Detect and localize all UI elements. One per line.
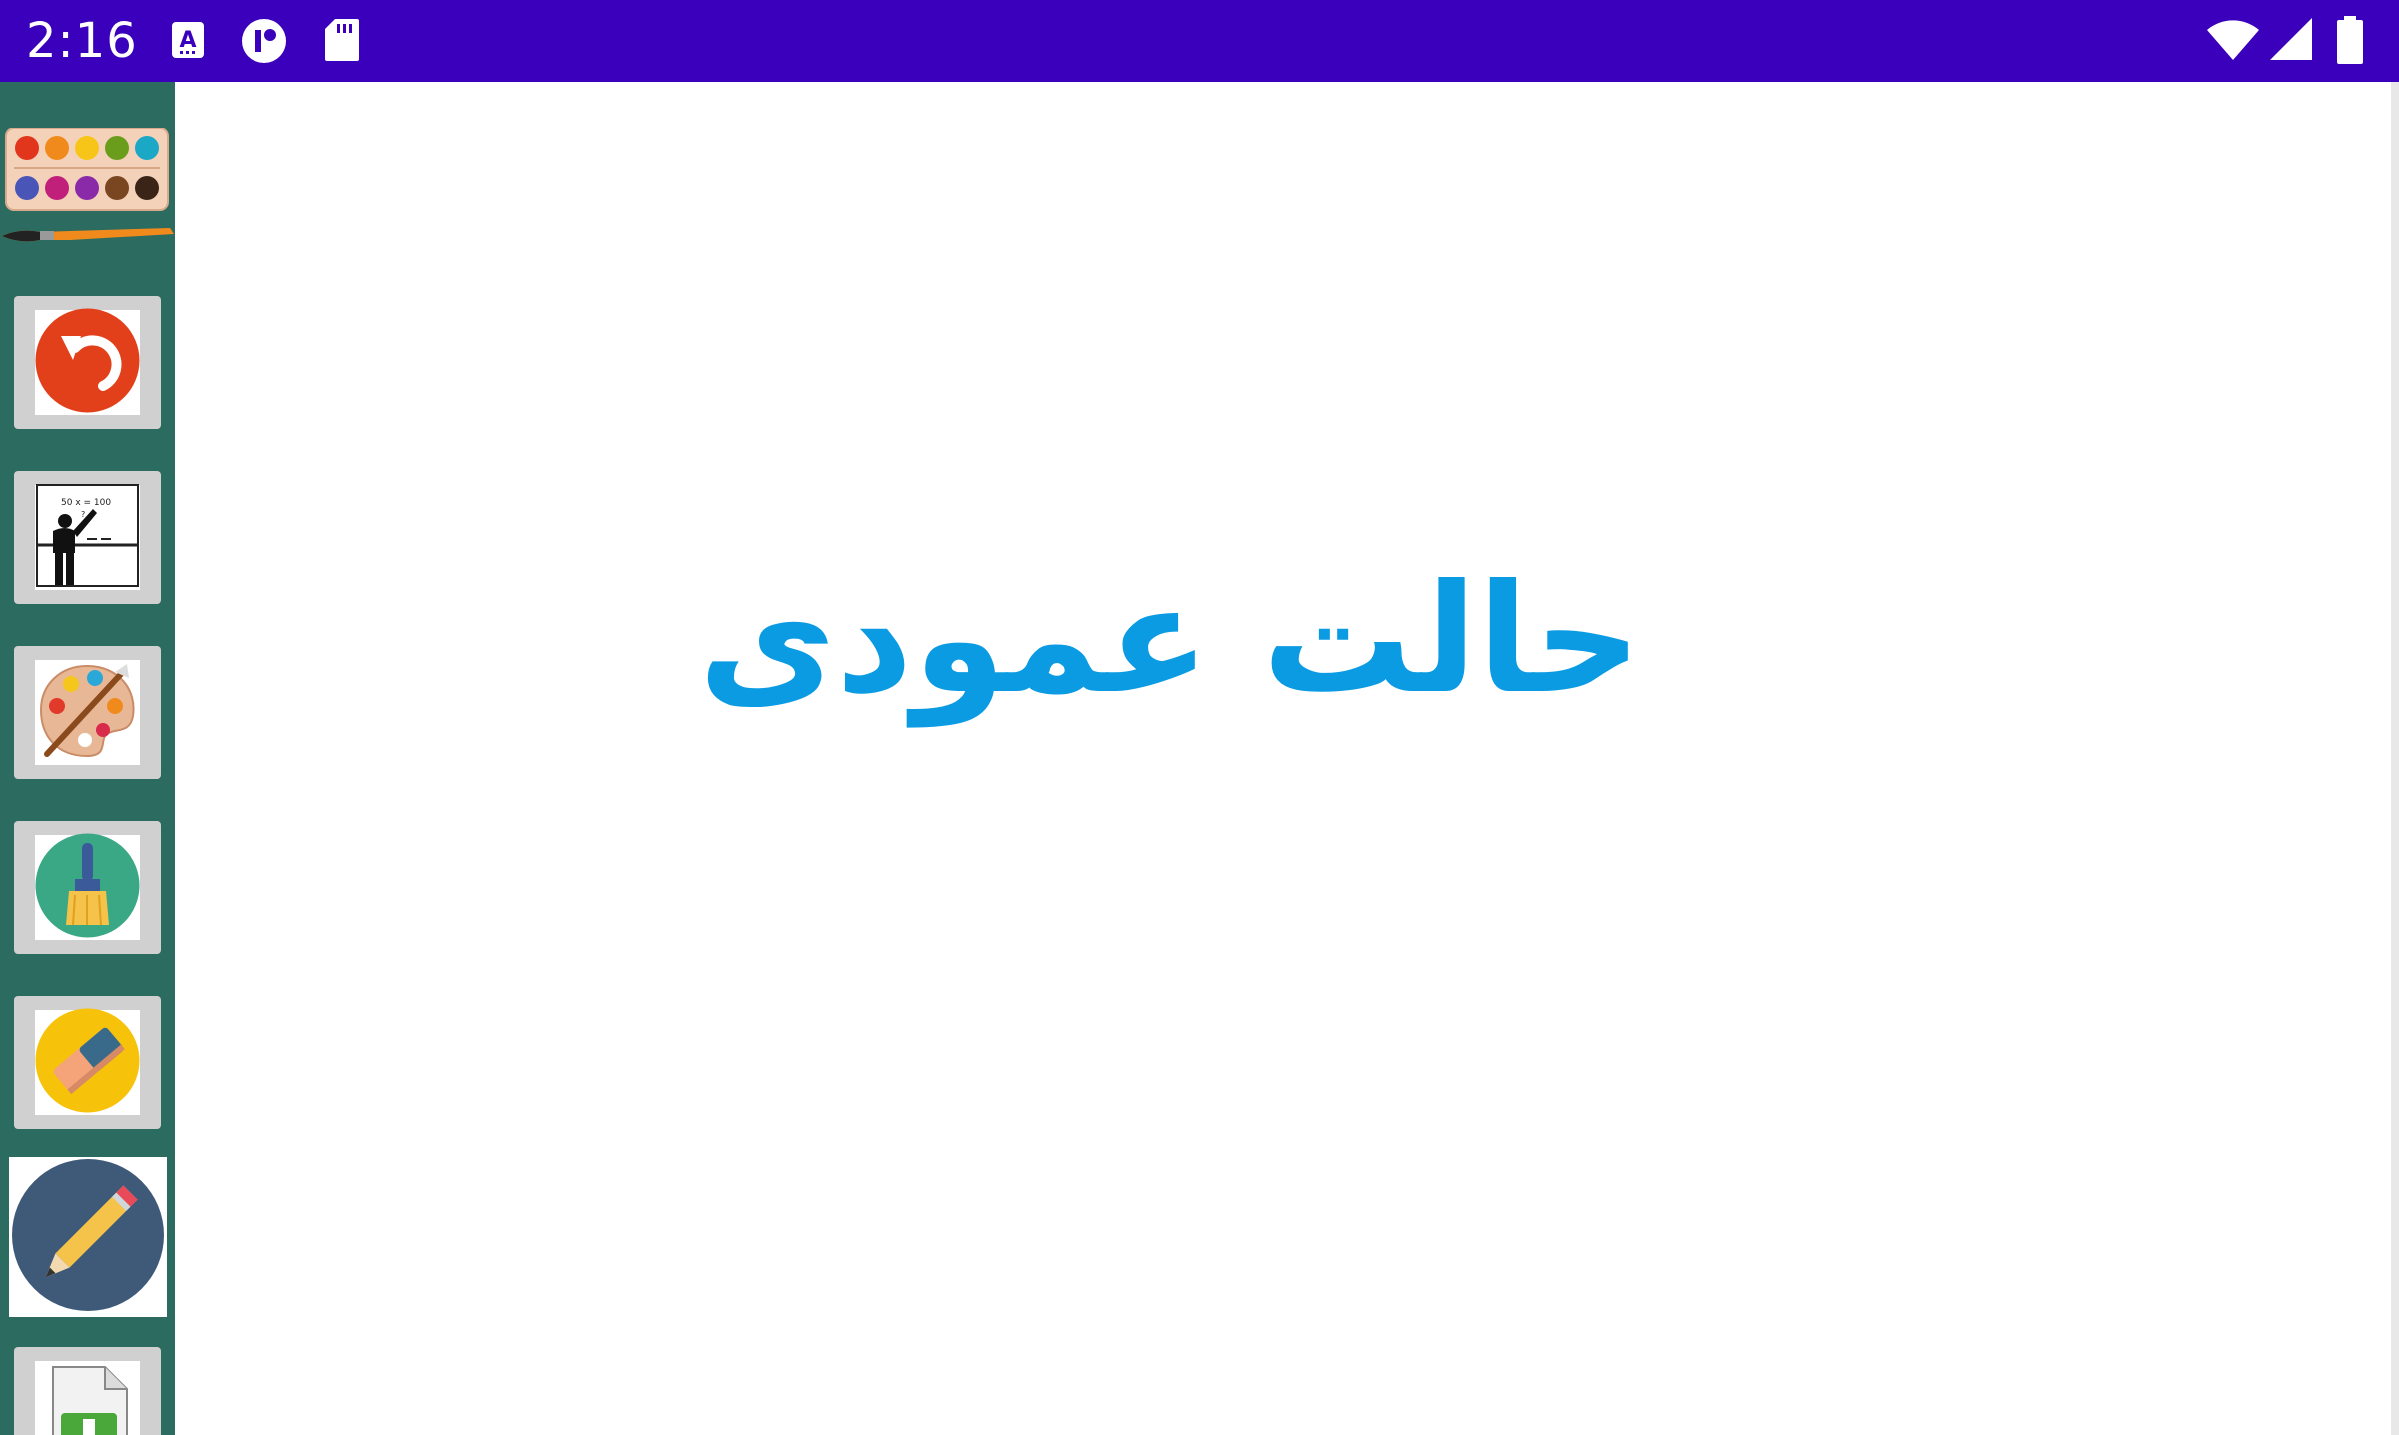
svg-text:50 x = 100: 50 x = 100: [61, 498, 111, 508]
pencil-tool[interactable]: [9, 1157, 167, 1317]
eraser-icon: [35, 1008, 140, 1117]
battery-icon: [2335, 16, 2365, 64]
status-time: 2:16: [26, 13, 138, 69]
tool-sidebar: 50 x = 100 ?: [0, 82, 175, 1435]
svg-text:?: ?: [81, 510, 85, 519]
orientation-message: حالت عمودی: [698, 553, 1642, 727]
eraser-tool[interactable]: [14, 996, 161, 1129]
paint-brush-icon: [35, 833, 140, 942]
status-bar: 2:16 A: [0, 0, 2399, 82]
cellular-signal-icon: [2268, 16, 2314, 62]
artist-palette-icon: [35, 658, 140, 767]
pencil-icon: [10, 1157, 166, 1317]
sd-card-icon: [323, 17, 361, 63]
undo-tool[interactable]: [14, 296, 161, 429]
keyboard-a-icon: A: [170, 20, 206, 60]
right-edge: [2391, 82, 2399, 1435]
svg-text:A: A: [179, 28, 196, 53]
teacher-board-icon: 50 x = 100 ?: [35, 483, 140, 592]
new-page-tool[interactable]: [14, 1347, 161, 1435]
paint-brush-tool[interactable]: [14, 821, 161, 954]
wifi-icon: [2205, 18, 2261, 62]
app-circle-icon: [240, 17, 288, 65]
undo-icon: [35, 308, 140, 417]
add-file-icon: [35, 1361, 140, 1435]
artist-palette-tool[interactable]: [14, 646, 161, 779]
teacher-board-tool[interactable]: 50 x = 100 ?: [14, 471, 161, 604]
